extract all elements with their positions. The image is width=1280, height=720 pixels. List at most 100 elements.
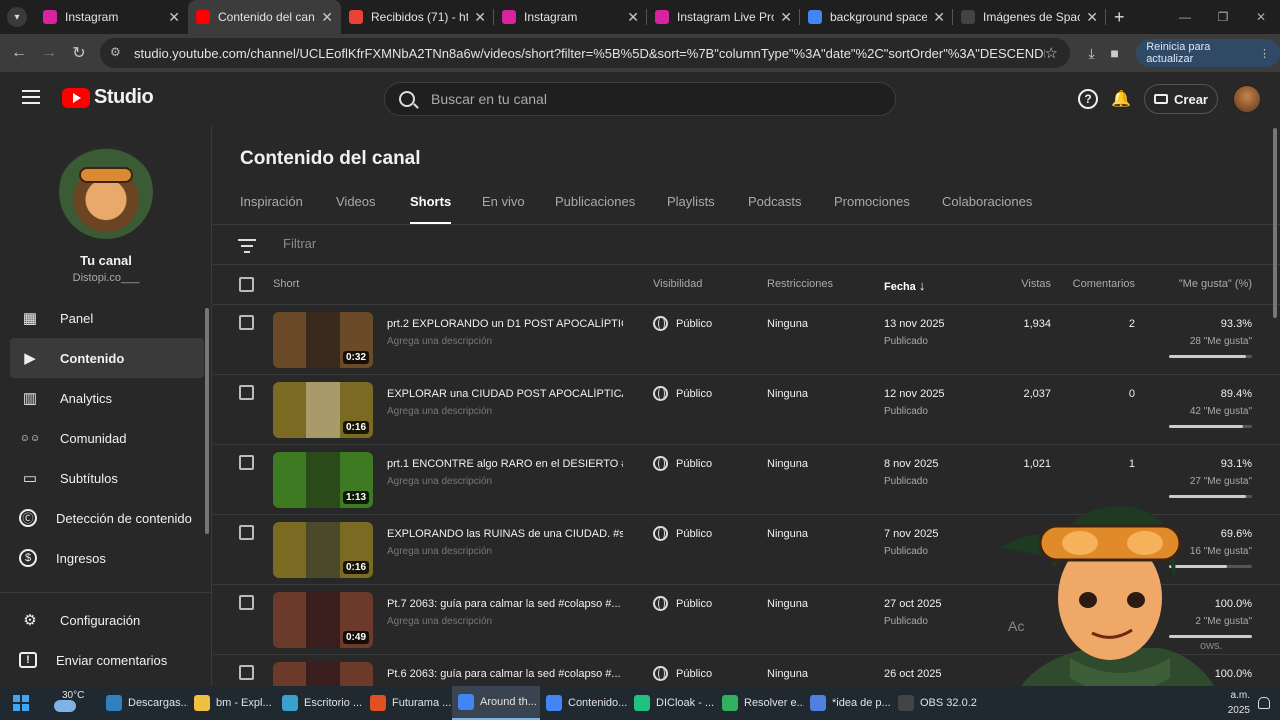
visibility-dropdown[interactable]: Público [653, 666, 712, 681]
row-checkbox[interactable] [239, 385, 254, 400]
sidebar-item-settings[interactable]: ⚙ Configuración [10, 600, 204, 640]
tab-6[interactable]: Podcasts [748, 194, 834, 224]
col-date[interactable]: Fecha ↓ [884, 278, 925, 293]
sidebar-item-subtitles[interactable]: ▭ Subtítulos [10, 458, 204, 498]
omnibox[interactable]: ⚙ studio.youtube.com/channel/UCLEoflKfrF… [100, 38, 1070, 68]
maximize-button[interactable]: ❐ [1204, 0, 1242, 34]
close-tab-icon[interactable]: ✕ [933, 9, 945, 26]
video-description[interactable]: Agrega una descripción [387, 476, 492, 487]
video-title[interactable]: Pt.7 2063: guía para calmar la sed #cola… [387, 598, 623, 610]
video-title[interactable]: EXPLORANDO las RUINAS de una CIUDAD. #sc… [387, 528, 623, 540]
col-views[interactable]: Vistas [1021, 278, 1051, 290]
row-checkbox[interactable] [239, 665, 254, 680]
taskbar-app[interactable]: Around th... [452, 686, 540, 720]
notifications-bell-icon[interactable]: 🔔 [1111, 89, 1131, 109]
tab-2[interactable]: Shorts [410, 194, 452, 224]
table-row[interactable]: 0:32 prt.2 EXPLORANDO un D1 POST APOCALÍP… [213, 305, 1280, 375]
browser-tab[interactable]: Instagram Live Produ ✕ [647, 0, 800, 34]
tab-0[interactable]: Inspiración [240, 194, 336, 224]
row-checkbox[interactable] [239, 525, 254, 540]
close-tab-icon[interactable]: ✕ [780, 9, 792, 26]
close-tab-icon[interactable]: ✕ [321, 9, 333, 26]
filter-input[interactable] [283, 236, 583, 251]
taskbar-app[interactable]: OBS 32.0.2 [892, 686, 980, 720]
video-description[interactable]: Agrega una descripción [387, 616, 492, 627]
filter-icon[interactable] [238, 239, 256, 257]
taskbar-app[interactable]: Contenido... [540, 686, 628, 720]
visibility-dropdown[interactable]: Público [653, 526, 712, 541]
row-checkbox[interactable] [239, 315, 254, 330]
channel-search[interactable] [384, 82, 896, 116]
sidebar-item-dashboard[interactable]: ▦ Panel [10, 298, 204, 338]
tab-3[interactable]: En vivo [482, 194, 555, 224]
taskbar-app[interactable]: Futurama ... [364, 686, 452, 720]
video-title[interactable]: Pt.6 2063: guía para calmar la sed #cola… [387, 668, 623, 680]
select-all-checkbox[interactable] [239, 277, 254, 292]
visibility-dropdown[interactable]: Público [653, 316, 712, 331]
close-tab-icon[interactable]: ✕ [168, 9, 180, 26]
close-tab-icon[interactable]: ✕ [1086, 9, 1098, 26]
bookmark-star-icon[interactable]: ☆ [1045, 44, 1058, 62]
browser-tab[interactable]: Recibidos (71) - htv.0 ✕ [341, 0, 494, 34]
account-avatar[interactable] [1233, 85, 1261, 113]
browser-tab[interactable]: Imágenes de Space ✕ [953, 0, 1106, 34]
reload-button[interactable]: ↻ [64, 43, 94, 63]
sidebar-item-community[interactable]: ☺☺ Comunidad [10, 418, 204, 458]
close-window-button[interactable]: ✕ [1242, 0, 1280, 34]
visibility-dropdown[interactable]: Público [653, 456, 712, 471]
sidebar-item-content[interactable]: ▶ Contenido [10, 338, 204, 378]
tab-1[interactable]: Videos [336, 194, 410, 224]
sidebar-item-copyright[interactable]: Ⓒ Detección de contenido [10, 498, 204, 538]
taskbar-app[interactable]: *idea de p... [804, 686, 892, 720]
browser-tab[interactable]: Instagram ✕ [494, 0, 647, 34]
table-row[interactable]: 0:16 EXPLORAR una CIUDAD POST APOCALÍPTIC… [213, 375, 1280, 445]
video-thumbnail[interactable]: 1:13 [273, 452, 373, 508]
sidebar-item-earn[interactable]: $ Ingresos [10, 538, 204, 578]
close-tab-icon[interactable]: ✕ [627, 9, 639, 26]
video-thumbnail[interactable]: 0:32 [273, 312, 373, 368]
col-likes[interactable]: "Me gusta" (%) [1179, 278, 1252, 290]
video-thumbnail[interactable]: 0:16 [273, 522, 373, 578]
taskbar-app[interactable]: Descargas... [100, 686, 188, 720]
tab-7[interactable]: Promociones [834, 194, 942, 224]
video-description[interactable]: Agrega una descripción [387, 336, 492, 347]
visibility-dropdown[interactable]: Público [653, 386, 712, 401]
tab-4[interactable]: Publicaciones [555, 194, 667, 224]
main-scrollbar[interactable] [1273, 128, 1277, 318]
tab-5[interactable]: Playlists [667, 194, 748, 224]
browser-tab[interactable]: Contenido del canal ✕ [188, 0, 341, 34]
video-description[interactable]: Agrega una descripción [387, 546, 492, 557]
browser-menu-icon[interactable]: ⋮ [1259, 47, 1270, 60]
browser-tab[interactable]: background space - ✕ [800, 0, 953, 34]
visibility-dropdown[interactable]: Público [653, 596, 712, 611]
extension-icon[interactable]: ■ [1103, 45, 1126, 61]
sidebar-item-feedback[interactable]: ! Enviar comentarios [10, 640, 204, 680]
browser-tab[interactable]: Instagram ✕ [35, 0, 188, 34]
system-clock[interactable]: a.m. 2025 [1228, 688, 1250, 718]
hamburger-menu-icon[interactable] [22, 90, 40, 108]
downloads-icon[interactable]: ⤓ [1080, 45, 1103, 62]
video-title[interactable]: prt.1 ENCONTRE algo RARO en el DESIERTO … [387, 458, 623, 470]
close-tab-icon[interactable]: ✕ [474, 9, 486, 26]
back-button[interactable]: ← [4, 44, 34, 62]
video-title[interactable]: EXPLORAR una CIUDAD POST APOCALÍPTICA ..… [387, 388, 623, 400]
video-thumbnail[interactable]: 0:49 [273, 592, 373, 648]
sidebar-scrollbar[interactable] [205, 308, 209, 534]
tab-8[interactable]: Colaboraciones [942, 194, 1032, 224]
row-checkbox[interactable] [239, 595, 254, 610]
minimize-button[interactable]: — [1166, 0, 1204, 34]
sidebar-item-analytics[interactable]: ▥ Analytics [10, 378, 204, 418]
start-button[interactable] [0, 686, 42, 720]
studio-logo[interactable]: Studio [62, 86, 154, 109]
weather-widget[interactable]: 30°C [42, 686, 100, 720]
taskbar-app[interactable]: Escritorio ... [276, 686, 364, 720]
help-icon[interactable]: ? [1078, 89, 1098, 109]
notification-center-icon[interactable] [1258, 697, 1270, 709]
search-input[interactable] [431, 91, 871, 107]
channel-avatar[interactable] [59, 145, 153, 239]
taskbar-app[interactable]: Resolver e... [716, 686, 804, 720]
video-title[interactable]: prt.2 EXPLORANDO un D1 POST APOCALÍPTIC.… [387, 318, 623, 330]
new-tab-button[interactable]: + [1114, 7, 1125, 28]
taskbar-app[interactable]: bm - Expl... [188, 686, 276, 720]
row-checkbox[interactable] [239, 455, 254, 470]
